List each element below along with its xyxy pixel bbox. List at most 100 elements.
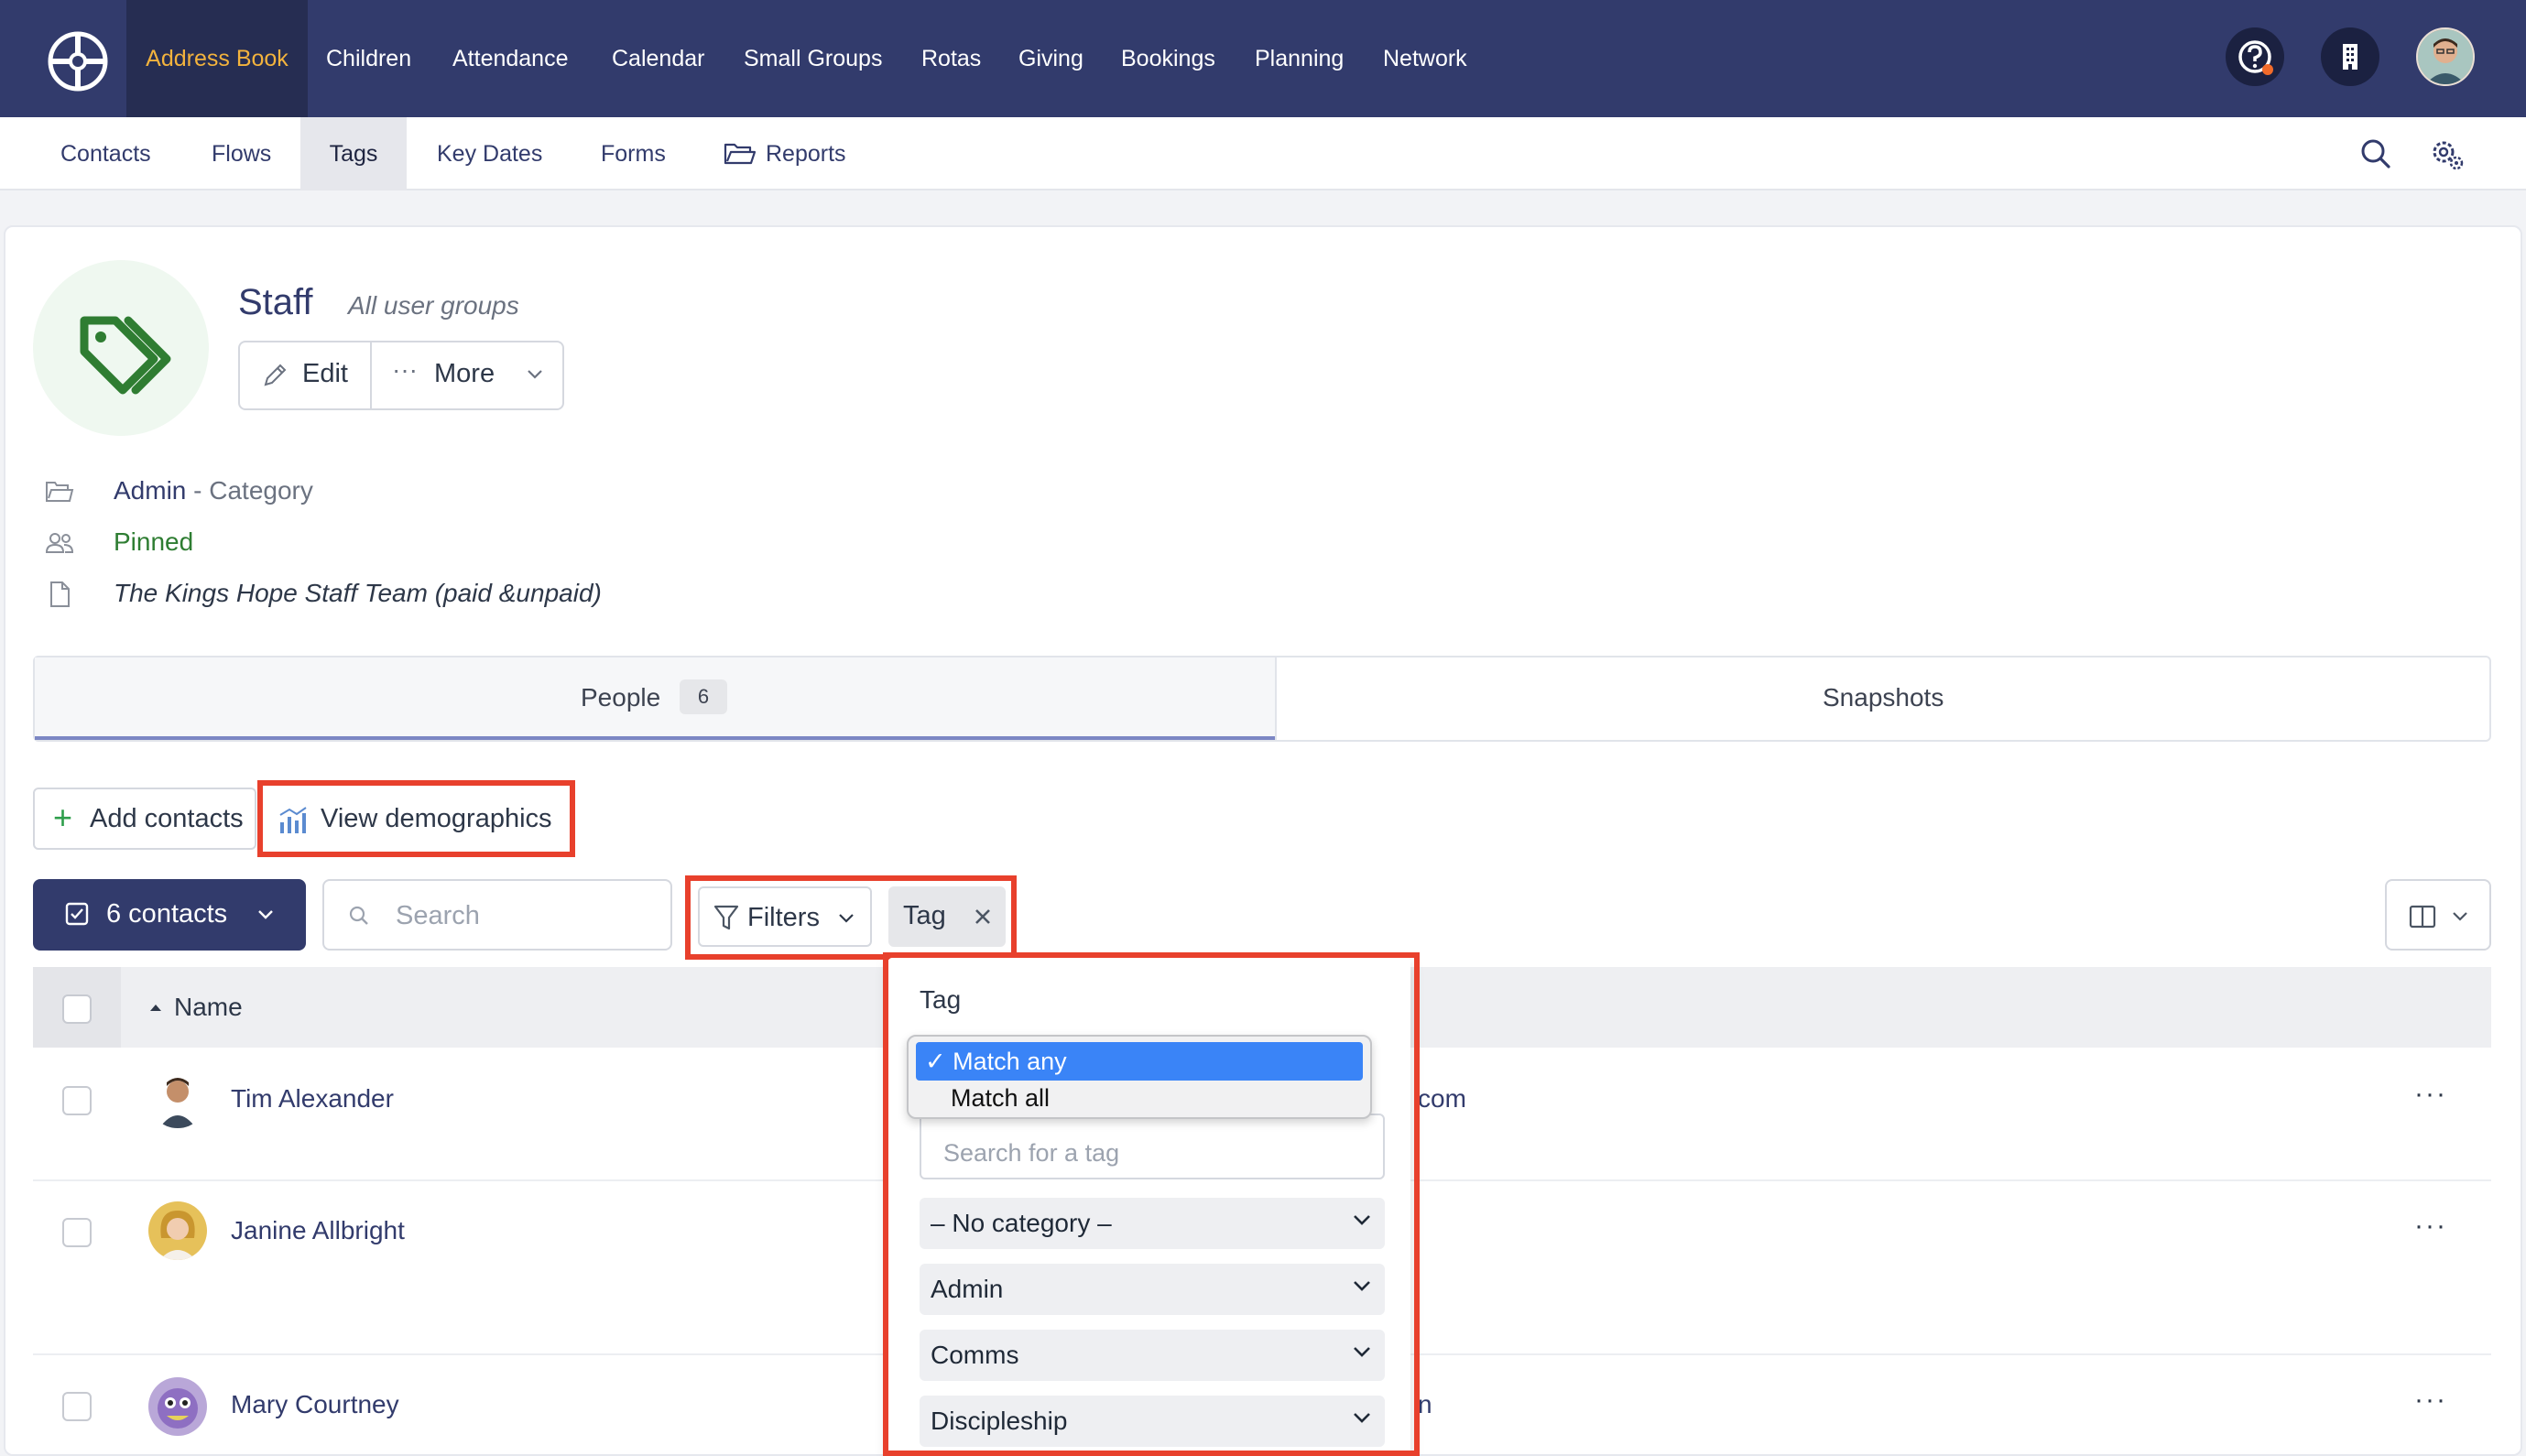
checkbox-checked-icon <box>65 902 89 926</box>
tag-filter-panel: Tag ✓ Match any Match all Search for a t… <box>888 958 1410 1456</box>
nav-rotas[interactable]: Rotas <box>921 0 981 117</box>
category-no-category[interactable]: – No category – <box>920 1198 1385 1249</box>
add-contacts-button[interactable]: + Add contacts <box>33 788 256 850</box>
organisation-button[interactable] <box>2321 27 2379 86</box>
tag-avatar <box>33 260 209 436</box>
contact-email[interactable]: n <box>1418 1390 1432 1419</box>
row-actions-icon[interactable]: ··· <box>2414 1385 2447 1416</box>
chevron-down-icon <box>528 370 542 379</box>
tag-search-placeholder: Search for a tag <box>943 1139 1120 1167</box>
pinned-label: Pinned <box>114 527 194 556</box>
nav-network[interactable]: Network <box>1383 0 1467 117</box>
avatar <box>148 1070 207 1128</box>
search-placeholder: Search <box>396 901 480 930</box>
pencil-icon <box>264 364 287 386</box>
edit-label: Edit <box>302 359 348 388</box>
nav-giving[interactable]: Giving <box>1018 0 1083 117</box>
nav-attendance[interactable]: Attendance <box>452 0 569 117</box>
help-button[interactable] <box>2226 27 2284 86</box>
tag-title: Staff <box>238 282 313 322</box>
row-actions-icon[interactable]: ··· <box>2414 1079 2447 1110</box>
chart-icon <box>279 807 307 833</box>
tag-icon <box>80 316 171 395</box>
tag-scope: All user groups <box>348 291 519 320</box>
match-all-option[interactable]: Match all <box>916 1079 1363 1117</box>
category-label: – No category – <box>931 1209 1112 1237</box>
contact-name-link[interactable]: Tim Alexander <box>231 1084 394 1114</box>
nav-address-book[interactable]: Address Book <box>126 0 308 117</box>
tab-snapshots[interactable]: Snapshots <box>1275 657 2489 740</box>
contacts-selector-button[interactable]: 6 contacts <box>33 879 306 951</box>
settings-icon[interactable] <box>2429 136 2466 172</box>
category-link[interactable]: Admin <box>114 476 186 505</box>
sort-ascending-icon[interactable] <box>148 1002 163 1013</box>
app-logo-icon[interactable] <box>48 31 108 92</box>
avatar <box>148 1201 207 1260</box>
document-icon <box>50 581 70 607</box>
nav-planning[interactable]: Planning <box>1255 0 1344 117</box>
close-icon[interactable] <box>973 907 993 927</box>
folder-open-icon <box>724 143 757 165</box>
category-comms[interactable]: Comms <box>920 1330 1385 1381</box>
select-all-checkbox[interactable] <box>62 994 92 1024</box>
folder-icon <box>46 482 74 502</box>
search-icon[interactable] <box>2357 136 2394 172</box>
tag-search-input[interactable]: Search for a tag <box>920 1114 1385 1179</box>
row-checkbox[interactable] <box>62 1086 92 1115</box>
category-discipleship[interactable]: Discipleship <box>920 1396 1385 1447</box>
nav-small-groups[interactable]: Small Groups <box>744 0 882 117</box>
tab-people[interactable]: People 6 <box>35 657 1275 740</box>
nav-children[interactable]: Children <box>326 0 411 117</box>
contact-email[interactable]: com <box>1418 1084 1466 1114</box>
category-label: Discipleship <box>931 1407 1068 1435</box>
column-layout-button[interactable] <box>2385 879 2491 951</box>
category-text: Admin - Category <box>114 476 313 505</box>
tag-description: The Kings Hope Staff Team (paid &unpaid) <box>114 579 602 607</box>
contact-name-link[interactable]: Mary Courtney <box>231 1390 399 1419</box>
match-mode-listbox[interactable]: ✓ Match any Match all <box>907 1035 1372 1119</box>
users-icon <box>45 533 74 553</box>
user-avatar[interactable] <box>2416 27 2475 86</box>
more-button[interactable]: ··· More <box>372 342 562 408</box>
row-checkbox[interactable] <box>62 1218 92 1247</box>
filters-button[interactable]: Filters <box>698 886 872 947</box>
chevron-down-icon <box>258 910 273 919</box>
category-admin[interactable]: Admin <box>920 1264 1385 1315</box>
columns-icon <box>2409 905 2436 929</box>
row-checkbox[interactable] <box>62 1392 92 1421</box>
edit-button[interactable]: Edit <box>240 342 372 408</box>
subnav-flows[interactable]: Flows <box>212 117 271 190</box>
nav-calendar[interactable]: Calendar <box>612 0 704 117</box>
subnav-reports[interactable]: Reports <box>766 117 846 190</box>
subnav-key-dates[interactable]: Key Dates <box>437 117 542 190</box>
subnav-tags[interactable]: Tags <box>300 117 407 190</box>
search-icon <box>349 906 368 925</box>
contacts-selector-label: 6 contacts <box>106 899 228 929</box>
tag-filter-title: Tag <box>920 985 962 1014</box>
contact-name-link[interactable]: Janine Allbright <box>231 1216 405 1245</box>
tag-filter-chip[interactable]: Tag <box>888 886 1006 947</box>
category-suffix: - Category <box>186 476 313 505</box>
help-icon <box>2238 40 2273 75</box>
tag-action-buttons: Edit ··· More <box>238 341 564 410</box>
view-demographics-button[interactable]: View demographics <box>264 788 566 850</box>
nav-bookings[interactable]: Bookings <box>1121 0 1215 117</box>
tag-chip-label: Tag <box>903 901 946 930</box>
add-contacts-label: Add contacts <box>90 804 244 833</box>
organisation-icon <box>2343 44 2357 70</box>
chevron-down-icon <box>839 914 854 923</box>
tag-tabs: People 6 Snapshots <box>33 656 2491 742</box>
chevron-down-icon <box>1354 1413 1370 1423</box>
people-count-badge: 6 <box>680 679 727 714</box>
match-any-option[interactable]: ✓ Match any <box>916 1042 1363 1081</box>
top-navigation-bar: Address Book Children Attendance Calenda… <box>0 0 2526 117</box>
contact-search-input[interactable]: Search <box>322 879 672 951</box>
subnav-forms[interactable]: Forms <box>601 117 666 190</box>
subnav-contacts[interactable]: Contacts <box>60 117 151 190</box>
row-actions-icon[interactable]: ··· <box>2414 1211 2447 1242</box>
view-demographics-label: View demographics <box>321 804 552 833</box>
chevron-down-icon <box>1354 1281 1370 1291</box>
avatar <box>148 1377 207 1436</box>
name-column-header[interactable]: Name <box>174 993 243 1022</box>
sub-navigation-bar: Contacts Flows Tags Key Dates Forms Repo… <box>0 117 2526 190</box>
